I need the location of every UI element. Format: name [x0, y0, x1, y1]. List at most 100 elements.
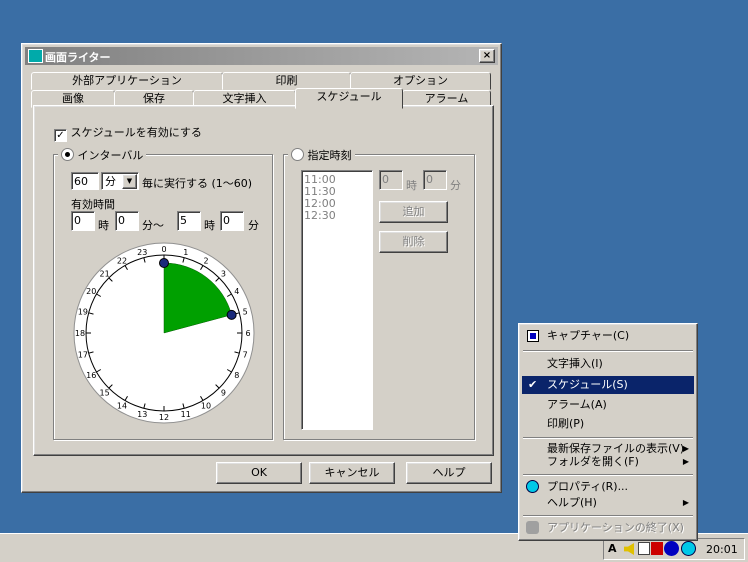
menu-item-label: 文字挿入(I)	[547, 357, 603, 370]
window-title: 画面ライター	[45, 51, 111, 64]
exit-icon	[526, 521, 539, 534]
to-min-unit: 分	[248, 219, 259, 232]
submenu-arrow-icon: ▶	[682, 457, 689, 466]
to-hour-unit: 時	[204, 219, 215, 232]
screen-writer-dialog: 画面ライター × 外部アプリケーション 印刷 オプション 画像 保存 文字挿入 …	[21, 43, 502, 493]
clock-hour-label: 21	[100, 270, 110, 279]
specified-time-radio-button[interactable]	[291, 148, 304, 161]
clock-hour-label: 20	[86, 287, 96, 296]
specified-hour-unit: 時	[406, 179, 417, 192]
red-flag-icon[interactable]	[651, 542, 663, 555]
clock-hour-label: 0	[161, 245, 166, 254]
screen-writer-tray-icon[interactable]	[681, 541, 696, 556]
start-time-handle[interactable]	[159, 258, 169, 268]
clock-hour-label: 23	[137, 248, 147, 257]
clock-hour-label: 8	[234, 371, 239, 380]
clock-hour-label: 4	[234, 287, 239, 296]
interval-label: インターバル	[77, 149, 144, 162]
properties-icon	[526, 480, 539, 493]
delete-button[interactable]: 削除	[379, 231, 448, 253]
menu-item-label: アプリケーションの終了(X)	[547, 521, 684, 534]
specified-time-radio[interactable]: 指定時刻	[288, 147, 355, 163]
to-hour-input[interactable]: 5	[177, 211, 201, 231]
specified-min-unit: 分	[450, 179, 461, 192]
menu-item-latest-file[interactable]: 最新保存ファイルの表示(V) ▶	[522, 442, 694, 455]
menu-item-label: 印刷(P)	[547, 417, 585, 430]
interval-radio[interactable]: インターバル	[58, 147, 147, 163]
menu-separator	[523, 437, 693, 439]
menu-item-print[interactable]: 印刷(P)	[522, 415, 694, 433]
clock-hour-label: 15	[100, 388, 110, 397]
specified-hour-input[interactable]: 0	[379, 170, 403, 190]
enable-schedule-label: スケジュールを有効にする	[70, 126, 202, 139]
clock-hour-label: 13	[137, 410, 147, 419]
specified-min-input[interactable]: 0	[423, 170, 447, 190]
system-tray: A 20:01	[603, 538, 745, 560]
from-hour-unit: 時	[98, 219, 109, 232]
title-bar[interactable]: 画面ライター ×	[25, 47, 498, 65]
clock-hour-label: 9	[221, 388, 226, 397]
network-icon[interactable]	[664, 541, 679, 556]
end-time-handle[interactable]	[226, 309, 237, 320]
app-icon	[28, 49, 43, 63]
cancel-button[interactable]: キャンセル	[309, 462, 395, 484]
clock-hour-label: 10	[201, 402, 211, 411]
clock-hour-label: 7	[243, 351, 248, 360]
clock-hour-label: 5	[243, 307, 248, 316]
checkbox-box[interactable]: ✓	[54, 129, 67, 142]
menu-item-label: キャプチャー(C)	[547, 329, 630, 342]
close-button[interactable]: ×	[479, 49, 495, 63]
clock-hour-label: 19	[78, 307, 88, 316]
menu-item-help[interactable]: ヘルプ(H) ▶	[522, 494, 694, 512]
schedule-clock-dial[interactable]: 0 1234567891011121314151617181920212223	[72, 241, 256, 425]
clock-hour-label: 3	[221, 270, 226, 279]
menu-item-schedule[interactable]: ✔ スケジュール(S)	[522, 376, 694, 394]
time-list[interactable]: 11:00 11:30 12:00 12:30	[301, 170, 373, 430]
menu-separator	[523, 474, 693, 476]
submenu-arrow-icon: ▶	[682, 498, 689, 507]
add-button[interactable]: 追加	[379, 201, 448, 223]
speaker-icon[interactable]	[624, 543, 634, 555]
tab-schedule[interactable]: スケジュール	[295, 88, 403, 109]
from-hour-input[interactable]: 0	[71, 211, 95, 231]
interval-radio-button[interactable]	[61, 148, 74, 161]
submenu-arrow-icon: ▶	[682, 444, 689, 453]
menu-item-text-insert[interactable]: 文字挿入(I)	[522, 355, 694, 373]
menu-item-label: フォルダを開く(F)	[547, 455, 639, 468]
chevron-down-icon[interactable]: ▼	[122, 174, 137, 189]
list-item[interactable]: 12:30	[304, 209, 336, 222]
interval-unit-value: 分	[105, 175, 116, 188]
document-icon[interactable]	[638, 542, 650, 555]
menu-item-capture[interactable]: キャプチャー(C)	[522, 327, 694, 345]
interval-group: インターバル 60 分 ▼ 毎に実行する (1～60) 有効時間 0 時 0 分…	[53, 147, 273, 440]
menu-item-exit[interactable]: アプリケーションの終了(X)	[522, 519, 694, 537]
font-icon[interactable]: A	[608, 542, 622, 555]
clock-hour-label: 2	[203, 256, 208, 265]
clock-hour-label: 11	[181, 410, 191, 419]
from-min-input[interactable]: 0	[115, 211, 139, 231]
menu-separator	[523, 350, 693, 352]
clock-hour-label: 12	[159, 413, 169, 422]
menu-item-open-folder[interactable]: フォルダを開く(F) ▶	[522, 455, 694, 468]
interval-suffix: 毎に実行する (1～60)	[142, 177, 253, 190]
clock-hour-label: 18	[75, 329, 85, 338]
enable-schedule-checkbox[interactable]: ✓ スケジュールを有効にする	[54, 124, 202, 142]
specified-time-label: 指定時刻	[307, 149, 352, 162]
interval-value-input[interactable]: 60	[71, 172, 99, 190]
help-button[interactable]: ヘルプ	[406, 462, 492, 484]
tab-external-app[interactable]: 外部アプリケーション	[31, 72, 223, 90]
to-min-input[interactable]: 0	[220, 211, 244, 231]
valid-time-label: 有効時間	[71, 198, 115, 211]
ok-button[interactable]: OK	[216, 462, 302, 484]
clock-hour-label: 16	[86, 371, 96, 380]
interval-unit-select[interactable]: 分 ▼	[101, 172, 139, 190]
menu-item-label: ヘルプ(H)	[547, 496, 597, 509]
checkmark-icon: ✔	[528, 378, 538, 391]
clock-hour-label: 6	[245, 329, 250, 338]
schedule-panel: ✓ スケジュールを有効にする インターバル 60 分 ▼ 毎に実行する (1～6…	[33, 105, 494, 456]
taskbar-clock[interactable]: 20:01	[706, 543, 738, 556]
menu-item-alarm[interactable]: アラーム(A)	[522, 396, 694, 414]
clock-hour-label: 17	[78, 351, 88, 360]
clock-hour-label: 14	[117, 402, 127, 411]
capture-icon	[527, 330, 539, 342]
